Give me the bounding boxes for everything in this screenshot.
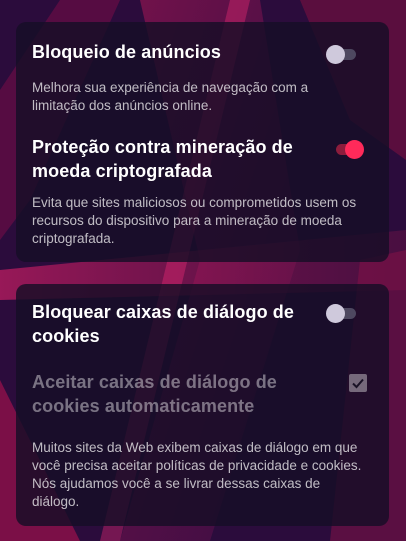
toggle-thumb (345, 140, 364, 159)
crypto-protection-setting[interactable]: Proteção contra mineração de moeda cript… (32, 135, 319, 183)
ad-block-setting[interactable]: Bloqueio de anúncios (32, 40, 373, 64)
ad-block-toggle[interactable] (326, 44, 358, 64)
cookie-accept-checkbox[interactable] (349, 374, 367, 392)
cookie-accept-setting[interactable]: Aceitar caixas de diálogo de cookies aut… (32, 370, 319, 418)
crypto-protection-toggle[interactable] (332, 139, 364, 159)
cookie-accept-title: Aceitar caixas de diálogo de cookies aut… (32, 372, 277, 416)
cookie-block-title: Bloquear caixas de diálogo de cookies (32, 302, 294, 346)
crypto-protection-description: Evita que sites maliciosos ou comprometi… (32, 195, 357, 246)
cookie-block-toggle[interactable] (326, 303, 358, 323)
toggle-thumb (326, 45, 345, 64)
cookie-block-setting[interactable]: Bloquear caixas de diálogo de cookies (32, 300, 319, 348)
cookie-description: Muitos sites da Web exibem caixas de diá… (32, 440, 362, 509)
crypto-protection-title: Proteção contra mineração de moeda cript… (32, 137, 293, 181)
checkmark-icon (352, 378, 364, 389)
cookie-settings-card: Bloquear caixas de diálogo de cookies Ac… (16, 284, 389, 526)
ad-block-description: Melhora sua experiência de navegação com… (32, 80, 309, 113)
ad-block-title: Bloqueio de anúncios (32, 42, 222, 62)
toggle-thumb (326, 304, 345, 323)
privacy-settings-card: Bloqueio de anúncios Melhora sua experiê… (16, 22, 389, 262)
